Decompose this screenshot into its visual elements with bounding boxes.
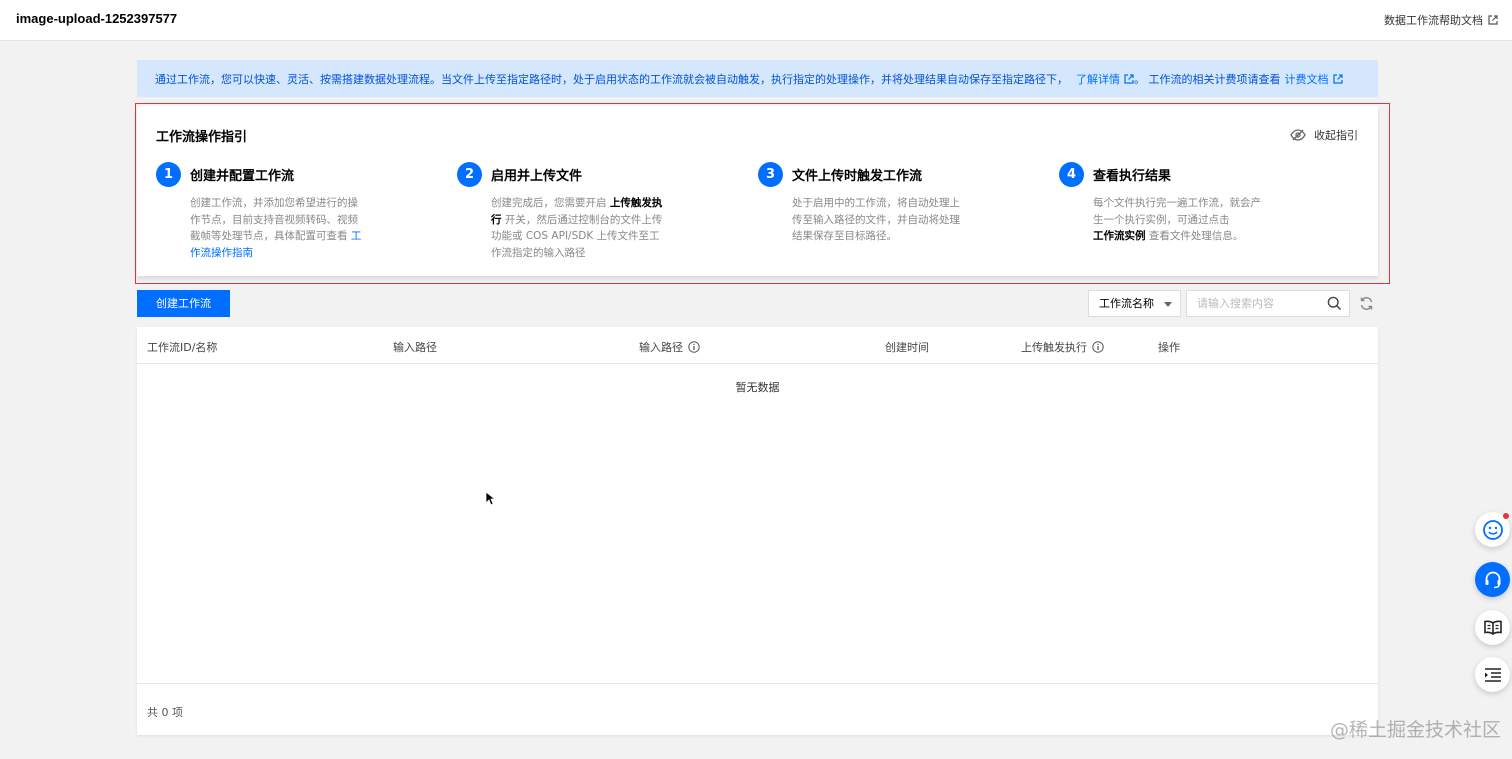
workflow-guide-panel: 工作流操作指引 收起指引 1 创建并配置工作流 创建工作流，并添加您希望进行的操… (137, 106, 1378, 276)
bucket-title: image-upload-1252397577 (16, 11, 178, 26)
column-label: 上传触发执行 (1021, 341, 1087, 354)
column-label: 输入路径 (393, 341, 437, 354)
column-label: 输入路径 (639, 341, 683, 354)
top-bar: image-upload-1252397577 数据工作流帮助文档 (0, 0, 1512, 41)
column-header-created-time: 创建时间 (885, 339, 929, 355)
search-box (1186, 290, 1350, 317)
step-number: 1 (156, 162, 181, 187)
external-link-icon (1332, 73, 1343, 84)
info-notice: 通过工作流，您可以快速、灵活、按需搭建数据处理流程。当文件上传至指定路径时，处于… (137, 60, 1378, 97)
smile-icon (1482, 519, 1503, 540)
column-header-upload-trigger: 上传触发执行 (1021, 339, 1104, 355)
outline-menu-button[interactable] (1475, 657, 1510, 692)
total-count: 共 0 项 (147, 706, 183, 719)
column-header-actions: 操作 (1158, 339, 1180, 355)
notice-text: 通过工作流，您可以快速、灵活、按需搭建数据处理流程。当文件上传至指定路径时，处于… (155, 72, 1068, 86)
step-description: 创建完成后，您需要开启 上传触发执行 开关，然后通过控制台的文件上传功能或 CO… (491, 195, 663, 261)
step-title: 文件上传时触发工作流 (792, 169, 923, 184)
create-workflow-button[interactable]: 创建工作流 (137, 290, 230, 317)
search-input[interactable] (1187, 291, 1321, 316)
empty-state-text: 暂无数据 (735, 381, 780, 394)
billing-doc-label: 计费文档 (1284, 72, 1329, 86)
column-header-input-path: 输入路径 (393, 339, 437, 355)
step-description: 处于启用中的工作流，将自动处理上传至输入路径的文件，并自动将处理结果保存至目标路… (792, 195, 964, 245)
step-description: 创建工作流，并添加您希望进行的操作节点，目前支持音视频转码、视频截帧等处理节点，… (190, 195, 362, 261)
headset-icon (1485, 571, 1500, 588)
help-doc-link[interactable]: 数据工作流帮助文档 (1384, 12, 1498, 28)
column-label: 操作 (1158, 341, 1180, 354)
notification-dot (1503, 513, 1509, 519)
step-desc-text: 开关，然后通过控制台的文件上传功能或 COS API/SDK 上传文件至工作流指… (491, 213, 663, 259)
column-label: 创建时间 (885, 341, 929, 354)
documentation-button[interactable] (1475, 610, 1510, 645)
refresh-icon[interactable] (1359, 296, 1374, 311)
step-title: 查看执行结果 (1093, 169, 1172, 184)
guide-title: 工作流操作指引 (156, 130, 248, 145)
step-description: 每个文件执行完一遍工作流，就会产生一个执行实例，可通过点击工作流实例 查看文件处… (1093, 195, 1265, 245)
step-desc-text: 查看文件处理信息。 (1148, 230, 1244, 242)
column-label: 工作流ID/名称 (147, 341, 218, 354)
step-desc-text: 创建完成后，您需要开启 (491, 197, 607, 209)
step-number: 2 (457, 162, 482, 187)
billing-doc-link[interactable]: 计费文档 (1285, 71, 1343, 87)
billing-text: 。 工作流的相关计费项请查看 (1134, 72, 1281, 86)
column-header-workflow-id: 工作流ID/名称 (147, 339, 217, 355)
customer-service-button[interactable] (1475, 562, 1510, 597)
external-link-icon (1124, 73, 1134, 84)
step-number: 4 (1059, 162, 1084, 187)
info-icon[interactable] (1092, 341, 1104, 353)
step-desc-text: 创建工作流，并添加您希望进行的操作节点，目前支持音视频转码、视频截帧等处理节点，… (190, 197, 358, 242)
caret-down-icon (1164, 302, 1172, 307)
learn-more-label: 了解详情 (1076, 72, 1120, 86)
learn-more-link[interactable]: 了解详情 (1076, 71, 1134, 87)
step-desc-text: 处于启用中的工作流，将自动处理上传至输入路径的文件，并自动将处理结果保存至目标路… (792, 197, 960, 242)
step-title: 创建并配置工作流 (190, 169, 295, 184)
table-footer: 共 0 项 (137, 683, 1378, 735)
workflow-table: 工作流ID/名称 输入路径 输入路径 创建时间 上传触发执行 操作 暂无数据 共… (137, 327, 1378, 735)
book-icon (1483, 620, 1502, 635)
list-indent-icon (1484, 667, 1501, 682)
eye-hidden-icon (1290, 129, 1306, 141)
help-doc-label: 数据工作流帮助文档 (1384, 14, 1483, 27)
collapse-guide-label: 收起指引 (1314, 129, 1358, 142)
step-title: 启用并上传文件 (491, 169, 583, 184)
filter-field-value: 工作流名称 (1099, 297, 1154, 310)
external-link-icon (1488, 15, 1498, 25)
search-icon[interactable] (1327, 296, 1342, 311)
watermark-text: @稀土掘金技术社区 (1330, 719, 1502, 741)
collapse-guide-button[interactable]: 收起指引 (1290, 127, 1358, 143)
mouse-cursor-icon (485, 491, 495, 506)
step-number: 3 (758, 162, 783, 187)
table-header: 工作流ID/名称 输入路径 输入路径 创建时间 上传触发执行 操作 (137, 327, 1378, 364)
filter-field-select[interactable]: 工作流名称 (1088, 290, 1181, 317)
step-desc-text: 每个文件执行完一遍工作流，就会产生一个执行实例，可通过点击 (1093, 197, 1261, 226)
info-icon[interactable] (688, 341, 700, 353)
column-header-input-path-2: 输入路径 (639, 339, 700, 355)
feedback-smile-button[interactable] (1475, 512, 1510, 547)
step-desc-bold: 工作流实例 (1093, 230, 1146, 242)
